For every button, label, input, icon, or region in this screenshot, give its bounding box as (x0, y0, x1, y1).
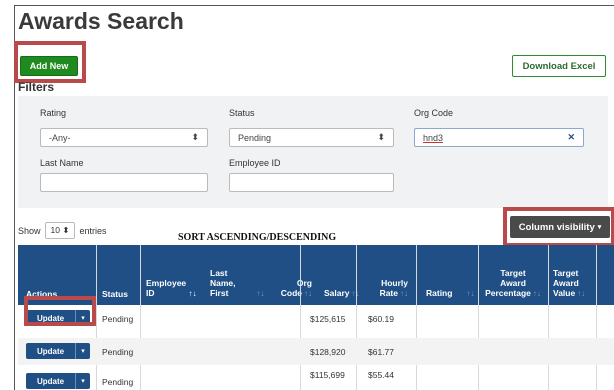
status-cell: Pending (102, 377, 134, 387)
th-last-name-first[interactable]: Last Name, First ↑↓ (210, 268, 264, 299)
hourly-rate-cell: $61.77 (368, 347, 394, 357)
update-split-button[interactable]: Update ▾ (26, 343, 90, 359)
employee-id-input[interactable] (229, 173, 394, 192)
salary-cell: $128,920 (310, 347, 346, 357)
salary-cell: $115,699 (310, 370, 345, 380)
sort-icon: ↑↓ (400, 289, 408, 298)
page-title: Awards Search (18, 8, 184, 34)
org-code-value: hnd3 (423, 132, 444, 143)
hourly-rate-cell: $55.44 (368, 370, 394, 380)
last-name-label: Last Name (40, 158, 84, 168)
rating-label: Rating (40, 108, 67, 118)
entries-select[interactable]: 10 ⬍ (44, 222, 76, 239)
last-name-input[interactable] (40, 173, 208, 192)
status-label: Status (229, 108, 255, 118)
sort-icon: ↑↓ (256, 289, 265, 298)
status-select[interactable]: Pending ⬍ (229, 128, 394, 147)
update-button[interactable]: Update (26, 373, 76, 389)
column-visibility-button[interactable]: Column visibility ▾ (510, 216, 610, 238)
filters-heading: Filters (18, 80, 55, 94)
table-row: Update ▾ Pending $125,615 $60.19 (18, 305, 614, 332)
select-caret-icon: ⬍ (62, 225, 70, 235)
download-excel-button[interactable]: Download Excel (512, 55, 606, 77)
table-header: Actions Status Employee ID ↑↓ Last Name, … (18, 245, 614, 305)
status-cell: Pending (102, 314, 134, 324)
hourly-rate-cell: $60.19 (368, 314, 394, 324)
sort-annotation: SORT ASCENDING/DESCENDING (178, 232, 337, 243)
clear-icon[interactable]: ✕ (567, 132, 575, 143)
sort-icon: ↑↓ (577, 289, 586, 298)
org-code-input[interactable]: hnd3 ✕ (414, 128, 584, 147)
sort-icon: ↑↓ (304, 289, 312, 298)
status-cell: Pending (102, 347, 134, 357)
show-label: Show (18, 225, 41, 236)
caret-down-icon[interactable]: ▾ (76, 343, 90, 359)
th-hourly-rate[interactable]: Hourly Rate ↑↓ (368, 278, 408, 299)
update-button[interactable]: Update (26, 343, 76, 359)
th-rating[interactable]: Rating ↑↓ (426, 288, 474, 299)
caret-down-icon: ▾ (597, 224, 602, 231)
rating-value: -Any- (49, 132, 71, 143)
th-salary[interactable]: Salary↑↓ (324, 288, 360, 299)
entries-label: entries (79, 225, 107, 236)
org-code-label: Org Code (414, 108, 454, 118)
filters-panel: Rating -Any- ⬍ Status Pending ⬍ Org Code… (18, 96, 608, 208)
table-row: Update ▾ Pending $115,699 $55.44 (18, 368, 614, 390)
sort-icon: ↑↓ (188, 289, 197, 298)
sort-icon: ↑↓ (466, 289, 475, 298)
status-value: Pending (238, 132, 272, 143)
rating-select[interactable]: -Any- ⬍ (40, 128, 208, 147)
sort-icon: ↑↓ (532, 289, 541, 298)
th-employee-id[interactable]: Employee ID ↑↓ (146, 278, 197, 299)
entries-control: Show 10 ⬍ entries (18, 222, 107, 239)
update-split-button[interactable]: Update ▾ (26, 373, 90, 389)
select-caret-icon: ⬍ (191, 132, 199, 142)
th-org-code[interactable]: Org Code ↑↓ (276, 278, 312, 299)
highlight-box-update (24, 296, 96, 326)
th-status[interactable]: Status (102, 289, 128, 299)
th-target-award-value[interactable]: Target Award Value ↑↓ (553, 268, 585, 299)
salary-cell: $125,615 (310, 314, 346, 324)
th-target-award-percentage[interactable]: Target Award Percentage ↑↓ (480, 268, 546, 299)
highlight-box-add (14, 41, 86, 83)
select-caret-icon: ⬍ (377, 132, 385, 142)
employee-id-label: Employee ID (229, 158, 281, 168)
table-row: Update ▾ Pending $128,920 $61.77 (18, 338, 614, 365)
caret-down-icon[interactable]: ▾ (76, 373, 90, 389)
